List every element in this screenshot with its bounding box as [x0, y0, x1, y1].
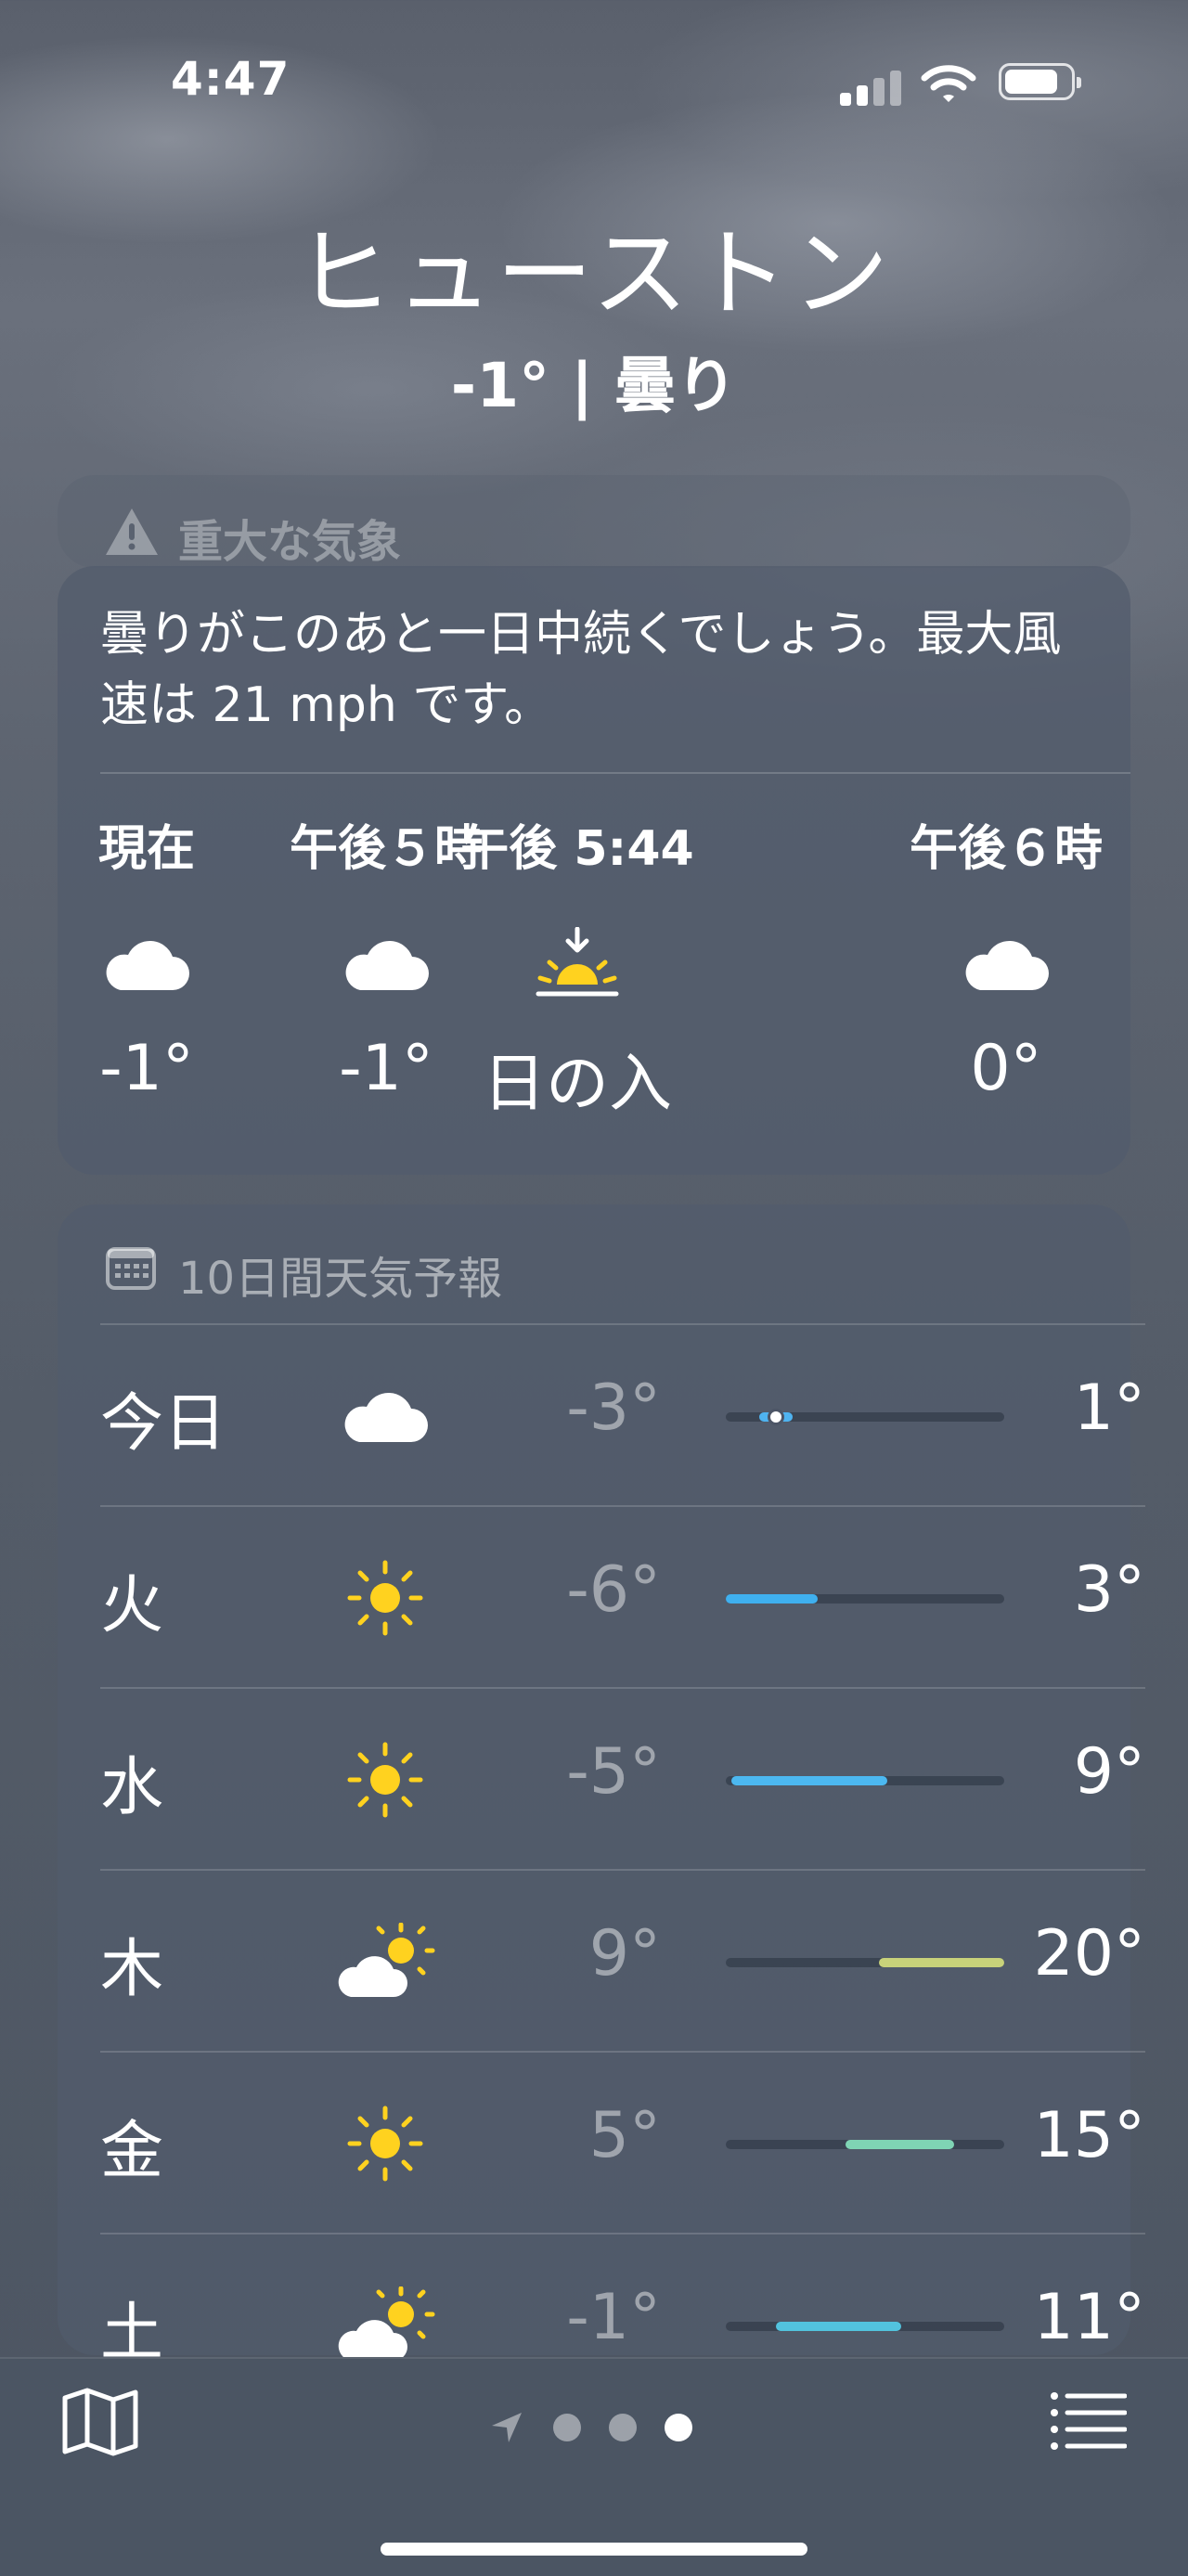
high-temp: 9° — [1073, 1735, 1145, 1809]
low-temp: -5° — [566, 1735, 661, 1809]
cellular-signal-icon — [840, 69, 905, 106]
page-dot[interactable] — [553, 2414, 581, 2441]
hour-label: 現在 — [97, 821, 195, 877]
home-indicator[interactable] — [381, 2543, 807, 2556]
cloud-icon — [965, 940, 1049, 990]
warning-icon — [106, 509, 158, 555]
sun-icon — [334, 1733, 436, 1826]
high-temp: 20° — [1033, 1917, 1145, 1990]
cloud-icon — [106, 940, 189, 990]
wifi-icon — [921, 65, 976, 102]
low-temp: 9° — [588, 1917, 661, 1990]
forecast-row: 今日 -3° 1° — [100, 1323, 1145, 1507]
temp-range-track — [726, 1594, 1004, 1604]
temp-range-bar — [726, 1594, 818, 1604]
high-temp: 11° — [1033, 2281, 1145, 2354]
forecast-row: 木 9° 20° — [100, 1869, 1145, 2053]
sun-icon — [334, 2097, 436, 2190]
forecast-day: 木 — [100, 1933, 164, 2006]
low-temp: 5° — [588, 2099, 661, 2172]
status-time: 4:47 — [171, 52, 291, 106]
temp-range-track — [726, 2140, 1004, 2149]
map-icon[interactable] — [61, 2387, 139, 2457]
sunset-label: 日の入 — [482, 1048, 672, 1121]
hourly-description: 曇りがこのあと一日中続くでしょう。最大風速は 21 mph です。 — [100, 607, 1062, 733]
page-indicator[interactable] — [488, 2409, 692, 2446]
forecast-day: 今日 — [100, 1387, 227, 1461]
severe-weather-card[interactable]: 重大な気象 — [58, 475, 1130, 568]
high-temp: 3° — [1073, 1553, 1145, 1627]
hour-item: 午後 5:44 日の入 — [447, 809, 707, 1124]
forecast-header: 10日間天気予報 — [178, 1253, 503, 1305]
temp-range-bar — [776, 2322, 901, 2331]
low-temp: -3° — [566, 1372, 661, 1445]
status-bar: 4:47 — [0, 46, 1188, 111]
hour-item: 午後６時 0° — [885, 809, 1127, 1105]
high-temp: 15° — [1033, 2099, 1145, 2172]
city-name: ヒューストン — [295, 217, 893, 330]
page-dot[interactable] — [609, 2414, 637, 2441]
current-temp-dot — [768, 1409, 784, 1425]
hourly-forecast-card[interactable]: 曇りがこのあと一日中続くでしょう。最大風速は 21 mph です。 現在 -1°… — [58, 566, 1130, 1175]
temp-range-track — [726, 1958, 1004, 1967]
hour-label: 午後 5:44 — [460, 821, 694, 877]
forecast-day: 水 — [100, 1751, 164, 1824]
bottom-toolbar — [0, 2357, 1188, 2576]
temp-range-bar — [731, 1776, 887, 1785]
location-arrow-icon — [492, 2413, 522, 2442]
forecast-day: 金 — [100, 2115, 164, 2188]
sun-icon — [334, 1552, 436, 1644]
current-summary: -1° | 曇り — [450, 350, 738, 421]
cloud-icon — [334, 1370, 436, 1462]
hour-label: 午後６時 — [909, 821, 1103, 877]
forecast-row: 水 -5° 9° — [100, 1687, 1145, 1871]
cloud-icon — [345, 940, 429, 990]
high-temp: 1° — [1073, 1372, 1145, 1445]
forecast-row: 金 5° 15° — [100, 2051, 1145, 2235]
calendar-icon — [106, 1247, 156, 1290]
battery-icon — [999, 63, 1081, 100]
page-dot-active[interactable] — [665, 2414, 692, 2441]
hour-temp: 0° — [970, 1032, 1042, 1105]
low-temp: -6° — [566, 1553, 661, 1627]
temp-range-track — [726, 2322, 1004, 2331]
hour-item: 現在 -1° — [26, 809, 267, 1105]
temp-range-bar — [846, 2140, 954, 2149]
forecast-row: 火 -6° 3° — [100, 1505, 1145, 1689]
forecast-day: 火 — [100, 1569, 164, 1642]
temp-range-track — [726, 1776, 1004, 1785]
hour-temp: -1° — [99, 1032, 194, 1105]
divider — [100, 772, 1130, 774]
partly-cloudy-icon — [334, 1915, 436, 2008]
sunset-icon — [536, 927, 619, 997]
ten-day-forecast-card[interactable]: 10日間天気予報 今日 -3° 1° 火 -6° 3° 水 -5° 9° 木 9° 20° 金 5° 15°… — [58, 1204, 1145, 2370]
temp-range-bar — [879, 1958, 1004, 1967]
severe-weather-label: 重大な気象 — [178, 516, 402, 568]
temp-range-track — [726, 1409, 1004, 1425]
list-icon[interactable] — [1049, 2390, 1127, 2450]
low-temp: -1° — [566, 2281, 661, 2354]
